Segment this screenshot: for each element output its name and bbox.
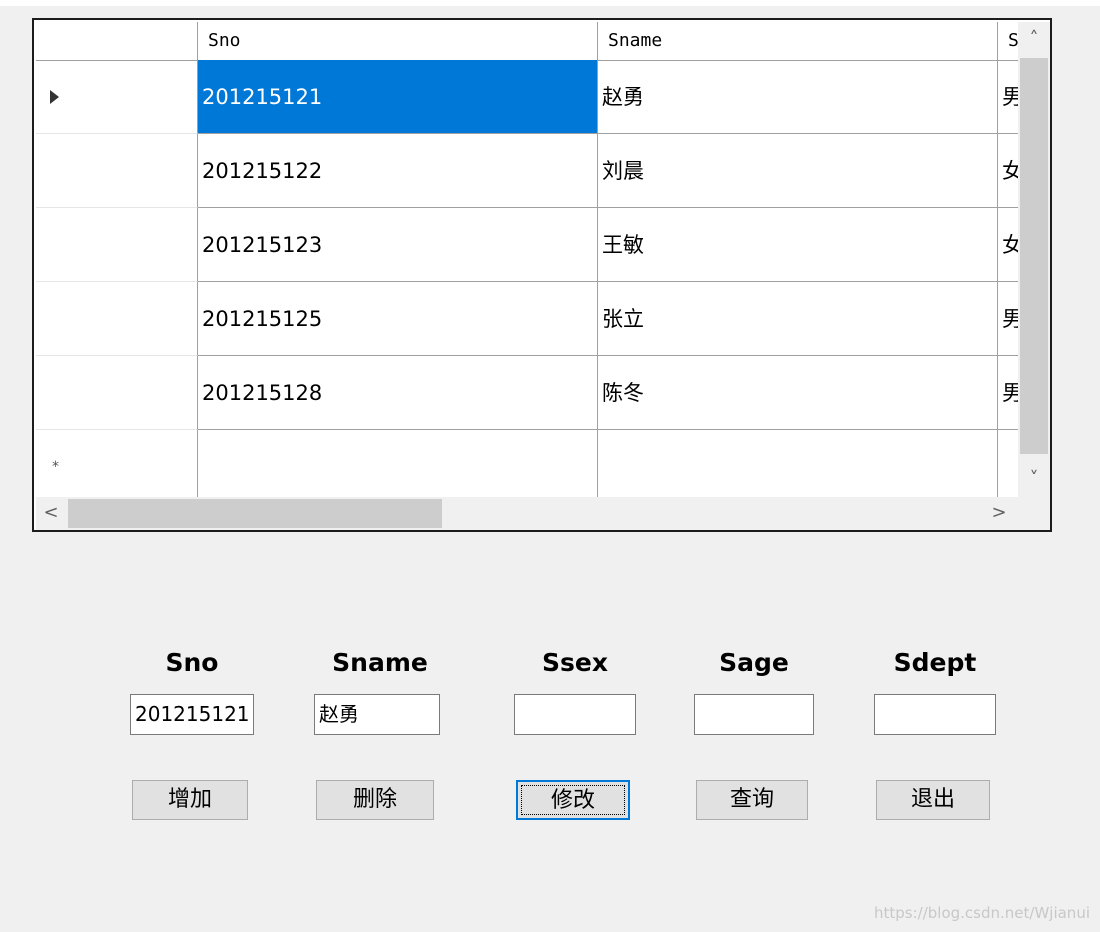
sno-input[interactable]: 201215121	[130, 694, 254, 735]
row-header[interactable]	[36, 134, 198, 208]
exit-button[interactable]: 退出	[876, 780, 990, 820]
add-button-label: 增加	[167, 787, 212, 812]
table-row[interactable]: 201215123 王敏 女	[36, 208, 1018, 282]
chevron-left-icon[interactable]: <	[36, 498, 66, 528]
label-sage: Sage	[719, 648, 789, 677]
watermark-text: https://blog.csdn.net/Wjianui	[874, 904, 1090, 922]
exit-button-label: 退出	[910, 787, 955, 812]
query-button-label: 查询	[729, 787, 774, 812]
column-header-ssex[interactable]: S	[998, 22, 1018, 60]
new-row-star-icon: *	[52, 459, 59, 475]
table-row[interactable]: 201215125 张立 男	[36, 282, 1018, 356]
row-header[interactable]	[36, 356, 198, 430]
focus-rectangle	[521, 785, 625, 815]
cell-sname[interactable]: 赵勇	[598, 60, 998, 134]
column-header-sname[interactable]: Sname	[598, 22, 998, 60]
cell-sno[interactable]	[198, 430, 598, 497]
cell-sname[interactable]: 张立	[598, 282, 998, 356]
cell-ssex[interactable]: 男	[998, 356, 1018, 430]
new-row[interactable]: *	[36, 430, 1018, 497]
row-header[interactable]	[36, 60, 198, 134]
cell-sno[interactable]: 201215121	[198, 60, 598, 134]
label-sname: Sname	[332, 648, 428, 677]
horizontal-scroll-thumb[interactable]	[68, 499, 442, 528]
cell-sname[interactable]: 王敏	[598, 208, 998, 282]
vertical-scrollbar[interactable]: ˄ ˅	[1018, 22, 1050, 497]
horizontal-scrollbar[interactable]: < >	[36, 497, 1050, 530]
cell-ssex[interactable]: 女	[998, 208, 1018, 282]
cell-ssex[interactable]	[998, 430, 1018, 497]
sdept-input[interactable]	[874, 694, 996, 735]
label-sno: Sno	[165, 648, 219, 677]
cell-sno[interactable]: 201215128	[198, 356, 598, 430]
window-top-strip	[0, 0, 1100, 6]
cell-sno[interactable]: 201215125	[198, 282, 598, 356]
delete-button[interactable]: 删除	[316, 780, 434, 820]
cell-ssex[interactable]: 男	[998, 282, 1018, 356]
column-header-sno[interactable]: Sno	[198, 22, 598, 60]
cell-sname[interactable]: 陈冬	[598, 356, 998, 430]
label-sdept: Sdept	[893, 648, 977, 677]
cell-sno[interactable]: 201215122	[198, 134, 598, 208]
grid-header-row: Sno Sname S	[36, 22, 1018, 61]
sname-input[interactable]: 赵勇	[314, 694, 440, 735]
ssex-input[interactable]	[514, 694, 636, 735]
cell-sname[interactable]	[598, 430, 998, 497]
label-ssex: Ssex	[542, 648, 608, 677]
row-header[interactable]	[36, 282, 198, 356]
table-row[interactable]: 201215121 赵勇 男	[36, 60, 1018, 134]
cell-ssex[interactable]: 女	[998, 134, 1018, 208]
row-header-column-header[interactable]	[36, 22, 198, 60]
table-row[interactable]: 201215128 陈冬 男	[36, 356, 1018, 430]
row-header[interactable]	[36, 208, 198, 282]
chevron-up-icon[interactable]: ˄	[1018, 24, 1050, 54]
cell-sname[interactable]: 刘晨	[598, 134, 998, 208]
current-row-arrow-icon	[50, 90, 59, 104]
cell-sno[interactable]: 201215123	[198, 208, 598, 282]
row-header[interactable]: *	[36, 430, 198, 497]
student-data-grid[interactable]: Sno Sname S 201215121 赵勇 男 201215122 刘晨 …	[32, 18, 1052, 532]
modify-button[interactable]: 修改	[516, 780, 630, 820]
delete-button-label: 删除	[352, 787, 397, 812]
query-button[interactable]: 查询	[696, 780, 808, 820]
grid-viewport: Sno Sname S 201215121 赵勇 男 201215122 刘晨 …	[36, 22, 1018, 497]
vertical-scroll-thumb[interactable]	[1020, 58, 1048, 454]
chevron-down-icon[interactable]: ˅	[1018, 464, 1050, 494]
cell-ssex[interactable]: 男	[998, 60, 1018, 134]
sage-input[interactable]	[694, 694, 814, 735]
table-row[interactable]: 201215122 刘晨 女	[36, 134, 1018, 208]
chevron-right-icon[interactable]: >	[984, 498, 1014, 528]
add-button[interactable]: 增加	[132, 780, 248, 820]
